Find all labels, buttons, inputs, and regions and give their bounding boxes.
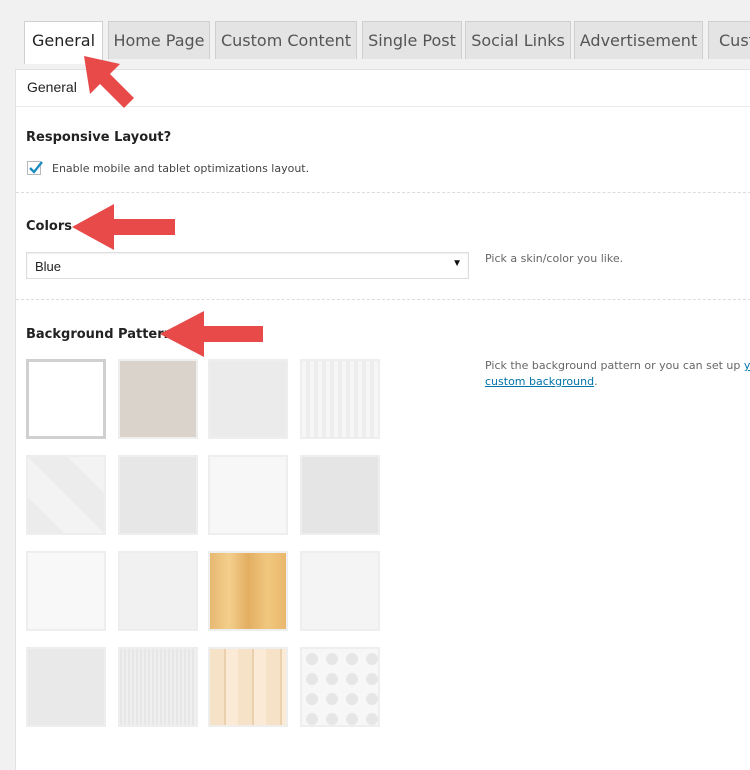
pattern-crosshatch[interactable] xyxy=(118,647,198,727)
checkmark-icon xyxy=(29,161,43,174)
pattern-light-gray[interactable] xyxy=(208,359,288,439)
pattern-noise-gray[interactable] xyxy=(118,455,198,535)
custom-background-link-prefix[interactable]: yo xyxy=(744,359,750,372)
help-suffix: . xyxy=(594,375,598,388)
red-arrow-icon xyxy=(72,204,175,250)
background-pattern-label: Background Pattern xyxy=(26,327,173,342)
responsive-checkbox-label[interactable]: Enable mobile and tablet optimizations l… xyxy=(52,162,309,175)
red-arrow-icon xyxy=(84,56,134,108)
pattern-fine-gray[interactable] xyxy=(300,455,380,535)
tab-social-links[interactable]: Social Links xyxy=(465,21,571,59)
tab-advertisement[interactable]: Advertisement xyxy=(574,21,703,59)
pattern-plain-light[interactable] xyxy=(118,551,198,631)
responsive-layout-label: Responsive Layout? xyxy=(26,130,172,145)
pattern-subtle-dots[interactable] xyxy=(300,551,380,631)
pattern-vertical-stripes[interactable] xyxy=(300,359,380,439)
responsive-checkbox[interactable] xyxy=(27,161,43,175)
colors-help-text: Pick a skin/color you like. xyxy=(485,252,624,265)
background-help-text: Pick the background pattern or you can s… xyxy=(485,358,750,390)
pattern-beige-linen[interactable] xyxy=(118,359,198,439)
panel-title: General xyxy=(27,79,77,95)
color-select-value: Blue xyxy=(35,259,62,274)
caret-down-icon: ▼ xyxy=(452,258,462,269)
pattern-speckle-white[interactable] xyxy=(208,455,288,535)
pattern-wood-planks[interactable] xyxy=(208,647,288,727)
tab-single-post[interactable]: Single Post xyxy=(362,21,462,59)
pattern-wood-golden[interactable] xyxy=(208,551,288,631)
color-select[interactable]: Blue ▼ xyxy=(26,252,469,279)
tab-custom-truncated[interactable]: Cust xyxy=(708,21,750,59)
custom-background-link[interactable]: custom background xyxy=(485,375,594,388)
pattern-soft-white[interactable] xyxy=(26,551,106,631)
tab-custom-content[interactable]: Custom Content xyxy=(215,21,357,59)
pattern-concrete[interactable] xyxy=(26,647,106,727)
divider xyxy=(16,299,750,300)
pattern-white[interactable] xyxy=(26,359,106,439)
settings-panel: General Responsive Layout? Enable mobile… xyxy=(15,69,750,770)
pattern-diagonal-x[interactable] xyxy=(26,455,106,535)
pattern-circles-lace[interactable] xyxy=(300,647,380,727)
colors-label: Colors xyxy=(26,219,73,234)
divider xyxy=(16,192,750,193)
red-arrow-icon xyxy=(160,311,263,357)
background-help-sentence: Pick the background pattern or you can s… xyxy=(485,359,741,372)
